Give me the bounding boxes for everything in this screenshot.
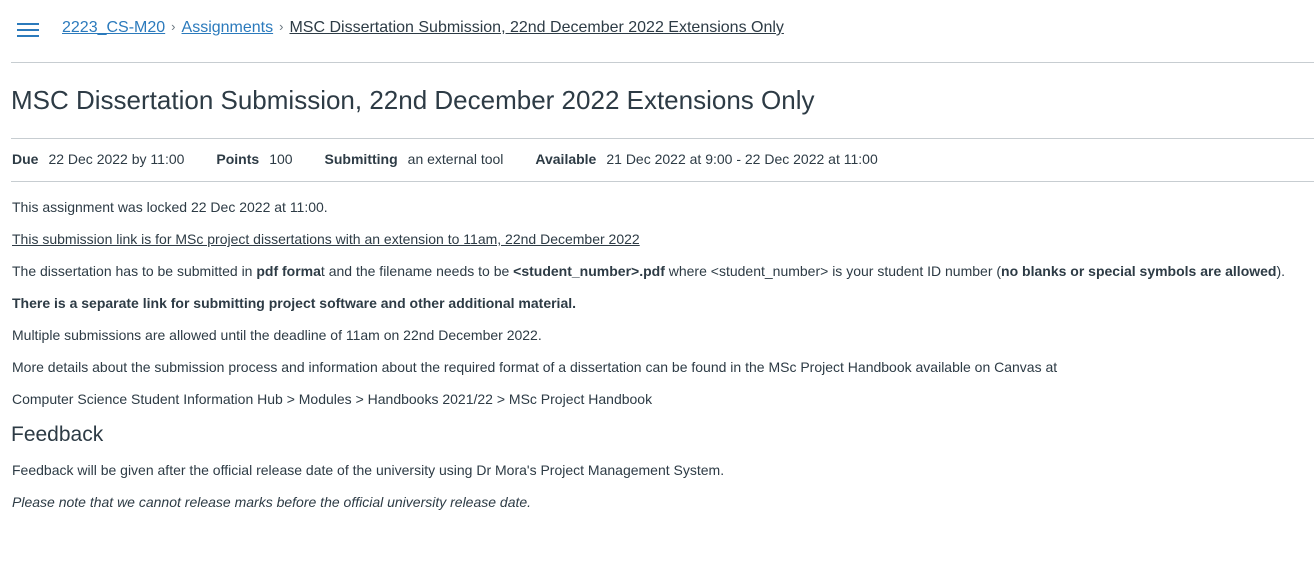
breadcrumb: 2223_CS-M20 › Assignments › MSC Dissertation… — [62, 18, 784, 38]
available-value: 21 Dec 2022 at 9:00 - 22 Dec 2022 at 11:… — [606, 151, 878, 167]
release-note: Please note that we cannot release marks… — [12, 494, 532, 510]
points-value: 100 — [269, 151, 293, 167]
points-detail: Points 100 — [216, 150, 292, 168]
submitting-detail: Submitting an external tool — [325, 150, 504, 168]
feedback-text: Feedback will be given after the officia… — [12, 462, 725, 478]
chevron-right-icon: › — [171, 19, 176, 34]
format-text-4: ). — [1276, 263, 1286, 279]
available-label: Available — [535, 151, 597, 167]
handbook-path: Computer Science Student Information Hub… — [12, 391, 653, 407]
submitting-label: Submitting — [324, 151, 398, 167]
available-detail: Available 21 Dec 2022 at 9:00 - 22 Dec 2… — [535, 150, 877, 168]
format-bold-no-blanks: no blanks or special symbols are allowed — [1001, 263, 1277, 279]
locked-notice: This assignment was locked 22 Dec 2022 a… — [12, 199, 328, 215]
handbook-details: More details about the submission proces… — [12, 359, 1058, 375]
multiple-submissions-note: Multiple submissions are allowed until t… — [12, 327, 542, 343]
format-instructions: The dissertation has to be submitted in … — [12, 262, 1307, 280]
assignment-description: This assignment was locked 22 Dec 2022 a… — [11, 198, 1307, 525]
separate-link-bold: There is a separate link for submitting … — [12, 295, 577, 311]
details-divider — [11, 181, 1314, 182]
format-text-2: t and the filename needs to be — [320, 263, 514, 279]
top-navigation-bar: 2223_CS-M20 › Assignments › MSC Dissertation… — [0, 0, 1314, 62]
header-divider — [11, 62, 1314, 63]
format-text-1: The dissertation has to be submitted in — [12, 263, 257, 279]
separate-link-note: There is a separate link for submitting … — [12, 294, 1307, 312]
due-detail: Due 22 Dec 2022 by 11:00 — [12, 150, 184, 168]
due-label: Due — [12, 151, 39, 167]
format-bold-filename: <student_number>.pdf — [513, 263, 665, 279]
breadcrumb-course-link[interactable]: 2223_CS-M20 — [62, 19, 165, 36]
breadcrumb-current-page-link[interactable]: MSC Dissertation Submission, 22nd Decemb… — [289, 19, 783, 36]
submission-link-note: This submission link is for MSc project … — [12, 231, 640, 247]
assignment-details: Due 22 Dec 2022 by 11:00 Points 100 Subm… — [12, 150, 910, 168]
format-text-3: where <student_number> is your student I… — [664, 263, 1002, 279]
format-bold-pdf: pdf forma — [256, 263, 321, 279]
breadcrumb-assignments-link[interactable]: Assignments — [182, 19, 274, 36]
feedback-heading: Feedback — [11, 423, 104, 446]
page-title: MSC Dissertation Submission, 22nd Decemb… — [11, 85, 815, 115]
hamburger-menu-icon[interactable] — [17, 21, 39, 39]
submitting-value: an external tool — [407, 151, 504, 167]
points-label: Points — [216, 151, 260, 167]
title-divider — [11, 138, 1314, 139]
due-value: 22 Dec 2022 by 11:00 — [48, 151, 185, 167]
chevron-right-icon: › — [279, 19, 284, 34]
